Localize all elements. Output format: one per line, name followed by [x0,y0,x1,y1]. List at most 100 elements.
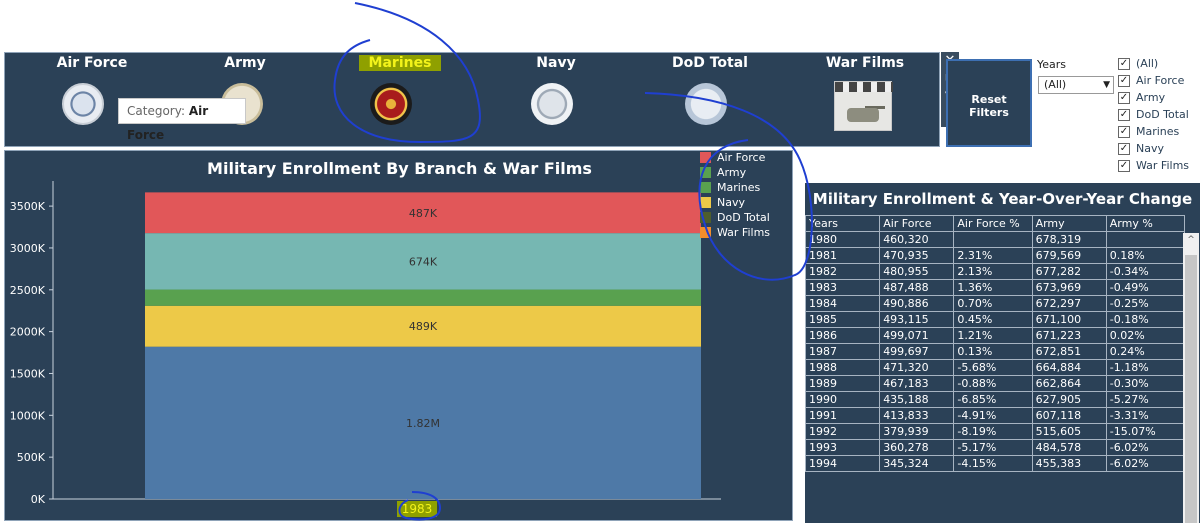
war-films-clapperboard-icon[interactable] [834,81,893,131]
table-header-cell: Army [1031,215,1107,232]
table-cell: 379,939 [879,423,955,440]
table-cell: 499,697 [879,343,955,360]
table-row: 1982 480,955 2.13% 677,282 -0.34% [804,263,1186,280]
tab-dod-total[interactable]: DoD Total [640,53,780,73]
filter-option[interactable]: ✓ (All) [1118,55,1200,72]
legend-item[interactable]: Marines [700,180,790,195]
table-cell: 455,383 [1031,455,1107,472]
checkbox-icon[interactable]: ✓ [1118,125,1130,138]
table-cell: 0.24% [1105,343,1186,360]
table-cell: 671,223 [1031,327,1107,344]
legend-item[interactable]: Army [700,165,790,180]
bar-value-label: 1.82M [406,417,440,430]
table-header-cell: Air Force [879,215,955,232]
checkbox-icon[interactable]: ✓ [1118,159,1130,172]
filter-option-label: Army [1136,91,1166,104]
marines-seal-icon[interactable] [370,83,412,125]
table-row: 1991 413,833 -4.91% 607,118 -3.31% [804,407,1186,424]
legend-item[interactable]: DoD Total [700,210,790,225]
bar-segment[interactable] [145,289,701,306]
bar-value-label: 674K [409,255,438,268]
y-tick-label: 0K [31,493,46,506]
scroll-thumb[interactable] [1185,255,1197,523]
checkbox-icon[interactable]: ✓ [1118,74,1130,87]
reset-filters-button[interactable]: Reset Filters [946,59,1032,147]
chart-legend: Air Force Army Marines Navy DoD Total War Fil… [700,150,790,240]
table-cell: -0.34% [1105,263,1186,280]
table-cell: 2.13% [953,263,1033,280]
table-row: 1994 345,324 -4.15% 455,383 -6.02% [804,455,1186,472]
category-filter-list: ✓ (All) ✓ Air Force ✓ Army ✓ DoD Total ✓ Marines ✓… [1118,55,1200,174]
y-tick-label: 3500K [10,200,46,213]
tab-marines[interactable]: Marines [330,53,470,73]
table-cell [953,231,1033,248]
table-scrollbar[interactable]: ^ [1183,233,1199,523]
table-cell: -6.02% [1105,439,1186,456]
y-tick-label: 1000K [10,409,46,422]
scroll-up-icon[interactable]: ^ [1183,235,1199,245]
filter-option-label: Air Force [1136,74,1185,87]
table-cell [1105,231,1186,248]
tab-army[interactable]: Army [175,53,315,73]
table-row: 1981 470,935 2.31% 679,569 0.18% [804,247,1186,264]
table-cell: -0.88% [953,375,1033,392]
table-cell: 662,864 [1031,375,1107,392]
tab-war-films[interactable]: War Films [795,53,935,73]
filter-option[interactable]: ✓ Army [1118,89,1200,106]
enrollment-chart-panel: Military Enrollment By Branch & War Film… [4,150,793,521]
checkbox-icon[interactable]: ✓ [1118,108,1130,121]
bar-value-label: 489K [409,320,438,333]
table-cell: 487,488 [879,279,955,296]
filter-option[interactable]: ✓ DoD Total [1118,106,1200,123]
checkbox-icon[interactable]: ✓ [1118,91,1130,104]
filter-option[interactable]: ✓ War Films [1118,157,1200,174]
navy-seal-icon[interactable] [531,83,573,125]
table-cell: -4.91% [953,407,1033,424]
table-row: 1984 490,886 0.70% 672,297 -0.25% [804,295,1186,312]
table-cell: 671,100 [1031,311,1107,328]
chevron-down-icon: ▼ [1103,80,1110,90]
table-cell: 607,118 [1031,407,1107,424]
legend-item[interactable]: War Films [700,225,790,240]
table-cell: 460,320 [879,231,955,248]
table-cell: 1989 [804,375,881,392]
table-row: Years Air Force Air Force % Army Army % [804,215,1186,232]
table-cell: -15.07% [1105,423,1186,440]
enrollment-table-panel: Military Enrollment & Year-Over-Year Cha… [804,183,1200,523]
table-cell: 1984 [804,295,881,312]
legend-swatch [700,197,711,208]
table-cell: 1987 [804,343,881,360]
table-row: 1990 435,188 -6.85% 627,905 -5.27% [804,391,1186,408]
filter-option[interactable]: ✓ Marines [1118,123,1200,140]
dod-seal-icon[interactable] [685,83,727,125]
table-cell: 470,935 [879,247,955,264]
category-tooltip: Category: Air Force [118,98,246,142]
x-axis-year-label: 1983 [397,501,437,517]
legend-item[interactable]: Air Force [700,150,790,165]
tab-air-force[interactable]: Air Force [22,53,162,73]
checkbox-icon[interactable]: ✓ [1118,57,1130,70]
table-cell: 467,183 [879,375,955,392]
checkbox-icon[interactable]: ✓ [1118,142,1130,155]
table-cell: 677,282 [1031,263,1107,280]
legend-swatch [700,227,711,238]
years-dropdown[interactable]: (All) ▼ [1038,76,1114,94]
table-cell: 1993 [804,439,881,456]
y-tick-label: 500K [17,451,46,464]
filter-option[interactable]: ✓ Navy [1118,140,1200,157]
table-row: 1987 499,697 0.13% 672,851 0.24% [804,343,1186,360]
table-cell: 1990 [804,391,881,408]
legend-item[interactable]: Navy [700,195,790,210]
air-force-seal-icon[interactable] [62,83,104,125]
table-cell: -8.19% [953,423,1033,440]
tab-navy[interactable]: Navy [486,53,626,73]
table-cell: 1986 [804,327,881,344]
table-cell: 1988 [804,359,881,376]
table-header-cell: Army % [1105,215,1186,232]
table-cell: 413,833 [879,407,955,424]
table-cell: 1982 [804,263,881,280]
filter-option[interactable]: ✓ Air Force [1118,72,1200,89]
table-cell: 0.70% [953,295,1033,312]
table-cell: 1994 [804,455,881,472]
dashboard: Air Force Army Marines Navy DoD Total Wa… [0,0,1200,523]
